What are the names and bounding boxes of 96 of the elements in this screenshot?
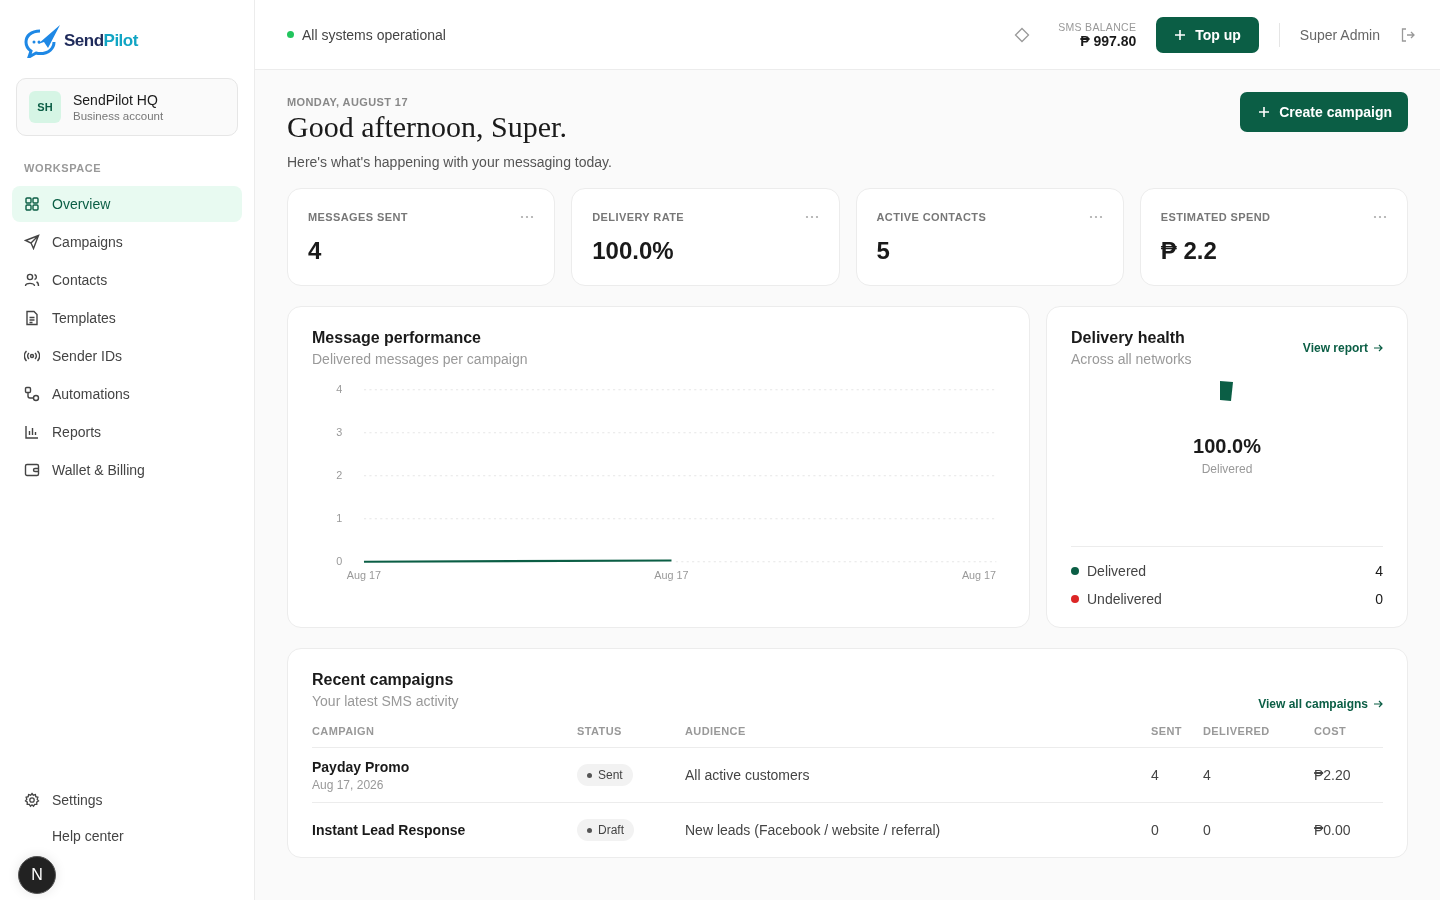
- campaign-date: Aug 17, 2026: [312, 777, 385, 792]
- logo-wordmark: SendPilot: [64, 31, 138, 51]
- table-cell-text: 0: [1151, 822, 1160, 838]
- wallet-icon: [24, 462, 40, 478]
- x-tick-label: Aug 17: [346, 569, 382, 581]
- y-tick-label: 1: [336, 512, 343, 524]
- y-tick-label: 3: [336, 426, 343, 438]
- grid-icon: [24, 196, 40, 212]
- workflow-icon: [24, 386, 40, 402]
- y-tick-label: 4: [336, 383, 343, 395]
- more-icon[interactable]: [520, 215, 535, 219]
- bar-chart-icon: [24, 424, 40, 440]
- section-label: WORKSPACE: [23, 161, 103, 176]
- nav-item[interactable]: Reports: [12, 414, 242, 450]
- system-status: All systems operational: [287, 26, 446, 43]
- diamond-icon[interactable]: [1014, 26, 1031, 43]
- y-tick-label: 0: [336, 555, 343, 567]
- greeting-subtitle: Here's what's happening with your messaging today.: [287, 154, 612, 170]
- settings-icon: [24, 792, 40, 808]
- users-icon: [24, 272, 40, 288]
- greeting-heading: Good afternoon, Super.: [287, 110, 568, 144]
- table-cell-text: New leads (Facebook / website / referral): [685, 822, 942, 838]
- nav-item[interactable]: Sender IDs: [12, 338, 242, 374]
- arrow-right-icon: [1373, 699, 1383, 709]
- document-icon: [24, 310, 40, 326]
- nav-item[interactable]: Settings: [12, 782, 242, 818]
- nav-item[interactable]: Overview: [12, 186, 242, 222]
- table-cell-text: ₱0.00: [1314, 822, 1352, 838]
- stat-value: 4: [308, 237, 323, 265]
- stat-value: ₱ 2.2: [1160, 237, 1218, 265]
- health-value-label: Delivered: [1201, 462, 1253, 476]
- plus-icon: [1174, 28, 1187, 41]
- nav-item[interactable]: Wallet & Billing: [12, 452, 242, 488]
- y-tick-label: 2: [336, 469, 343, 481]
- plus-icon: [1258, 106, 1271, 118]
- nav-item[interactable]: Campaigns: [12, 224, 242, 260]
- table-cell-text: 4: [1203, 767, 1212, 783]
- column-header: STATUS: [577, 725, 623, 737]
- table-cell-text: 0: [1203, 822, 1212, 838]
- x-tick-label: Aug 17: [654, 569, 689, 581]
- logout-icon[interactable]: [1400, 26, 1416, 43]
- card-title: Delivery health: [1071, 329, 1186, 347]
- account-avatar: SH: [29, 91, 61, 123]
- stat-label: ACTIVE CONTACTS: [876, 211, 987, 223]
- campaign-name[interactable]: Instant Lead Response: [312, 822, 577, 838]
- legend-label: Delivered: [1087, 563, 1148, 579]
- stat-label: MESSAGES SENT: [308, 211, 408, 223]
- nav-item[interactable]: Help center: [12, 818, 242, 854]
- top-up-button[interactable]: Top up: [1156, 16, 1259, 53]
- health-value: 100.0%: [1193, 435, 1261, 458]
- date-label: MONDAY, AUGUST 17: [287, 96, 409, 108]
- stat-label: ESTIMATED SPEND: [1160, 211, 1271, 223]
- account-type: Business account: [73, 110, 164, 122]
- user-name[interactable]: Super Admin: [1299, 26, 1380, 43]
- column-header: SENT: [1151, 725, 1183, 737]
- arrow-right-icon: [1373, 343, 1383, 353]
- status-badge: Draft: [577, 819, 634, 842]
- nav-item[interactable]: Automations: [12, 376, 242, 412]
- nav-item[interactable]: Contacts: [12, 262, 242, 298]
- legend-value: 0: [1375, 591, 1383, 607]
- stat-value: 5: [876, 237, 891, 265]
- legend-value: 4: [1375, 563, 1383, 579]
- column-header: AUDIENCE: [685, 725, 747, 737]
- more-icon[interactable]: [804, 215, 819, 219]
- column-header: DELIVERED: [1203, 725, 1271, 737]
- card-title: Recent campaigns: [312, 671, 455, 689]
- paper-plane-icon: [24, 234, 40, 250]
- dev-badge[interactable]: N: [18, 856, 56, 894]
- broadcast-icon: [24, 348, 40, 364]
- column-header: CAMPAIGN: [312, 725, 376, 737]
- column-header: COST: [1314, 725, 1348, 737]
- view-all-campaigns-link[interactable]: View all campaigns: [1258, 697, 1383, 711]
- table-cell-text: All active customers: [685, 767, 811, 783]
- more-icon[interactable]: [1373, 215, 1387, 219]
- logo-icon: [24, 24, 62, 58]
- stat-value: 100.0%: [592, 237, 675, 265]
- card-title: Message performance: [312, 329, 482, 347]
- donut-segment: [1220, 381, 1234, 401]
- stat-label: DELIVERY RATE: [592, 211, 685, 223]
- campaign-name[interactable]: Payday Promo: [312, 758, 577, 775]
- table-cell-text: 4: [1151, 767, 1160, 783]
- balance-value: ₱ 997.80: [1080, 32, 1137, 49]
- nav-item[interactable]: Templates: [12, 300, 242, 336]
- status-badge: Sent: [577, 764, 633, 787]
- view-report-link[interactable]: View report: [1302, 341, 1383, 355]
- card-subtitle: Across all networks: [1071, 351, 1192, 367]
- balance-label: SMS BALANCE: [1058, 20, 1137, 33]
- account-card[interactable]: SH SendPilot HQ Business account: [16, 78, 238, 136]
- table-cell-text: ₱2.20: [1314, 767, 1352, 783]
- more-icon[interactable]: [1088, 215, 1103, 219]
- create-campaign-button[interactable]: Create campaign: [1240, 92, 1408, 132]
- account-name: SendPilot HQ: [73, 92, 159, 108]
- legend-label: Undelivered: [1087, 591, 1163, 607]
- card-subtitle: Your latest SMS activity: [312, 693, 459, 709]
- x-tick-label: Aug 17: [961, 569, 997, 581]
- card-subtitle: Delivered messages per campaign: [312, 351, 529, 367]
